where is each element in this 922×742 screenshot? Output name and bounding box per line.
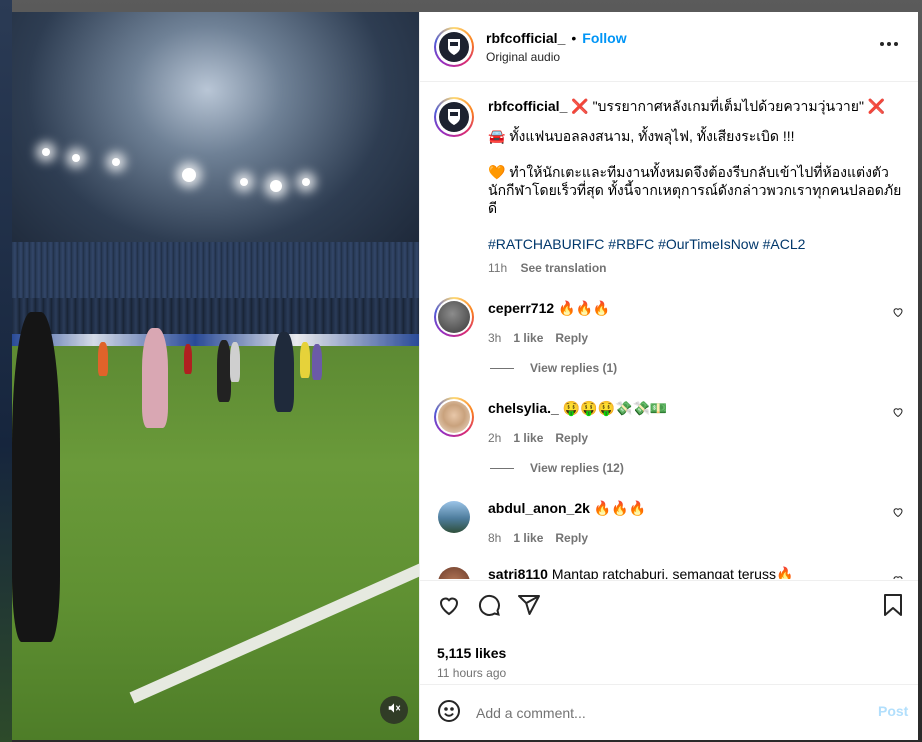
- comment-likes[interactable]: 1 like: [513, 431, 543, 445]
- emoji-icon: [437, 699, 461, 728]
- original-audio-link[interactable]: Original audio: [486, 50, 560, 64]
- stadium-sky: [12, 12, 419, 272]
- player-figure: [300, 342, 310, 378]
- floodlight: [270, 180, 282, 192]
- comment-button[interactable]: [476, 594, 502, 620]
- post-comment-button[interactable]: Post: [878, 703, 908, 719]
- caption-hashtags[interactable]: #RATCHABURIFC #RBFC #OurTimeIsNow #ACL2: [488, 235, 908, 253]
- player-figure: [312, 344, 322, 380]
- club-crest-icon: [439, 102, 469, 132]
- view-replies-label: View replies (12): [530, 461, 624, 475]
- page-backdrop-left: [0, 0, 12, 742]
- floodlight: [182, 168, 196, 182]
- post-modal: rbfcofficial_ • Follow Original audio rb…: [12, 12, 918, 740]
- comment-likes[interactable]: 1 like: [513, 331, 543, 345]
- comment-item: satri8110 Mantap ratchaburi, semangat te…: [434, 563, 904, 579]
- comment-item: abdul_anon_2k 🔥🔥🔥 8h 1 like Reply: [434, 497, 904, 557]
- more-options-icon[interactable]: [880, 42, 898, 46]
- see-translation-link[interactable]: See translation: [520, 261, 606, 275]
- comment-text: 🤑🤑🤑💸💸💵: [562, 400, 668, 416]
- view-replies-button[interactable]: View replies (1): [490, 361, 617, 375]
- caption-line-2: 🚘 ทั้งแฟนบอลลงสนาม, ทั้งพลุไฟ, ทั้งเสียง…: [488, 128, 795, 144]
- comment-item: ceperr712 🔥🔥🔥 3h 1 like Reply: [434, 297, 904, 357]
- reply-button[interactable]: Reply: [555, 531, 588, 545]
- view-replies-button[interactable]: View replies (12): [490, 461, 624, 475]
- like-comment-heart-icon[interactable]: [892, 405, 904, 423]
- replies-divider-line: [490, 467, 514, 469]
- comment-text: 🔥🔥🔥: [593, 500, 647, 516]
- like-comment-heart-icon[interactable]: [892, 573, 904, 579]
- post-details-panel: rbfcofficial_ • Follow Original audio rb…: [419, 12, 918, 740]
- commenter-avatar[interactable]: [434, 397, 474, 437]
- post-time: 11 hours ago: [437, 666, 507, 680]
- player-figure: [217, 340, 231, 402]
- player-figure: [184, 344, 192, 374]
- comment-time: 8h: [488, 531, 502, 545]
- floodlight: [72, 154, 80, 162]
- likes-count[interactable]: 5,115 likes: [437, 645, 506, 661]
- commenter-avatar[interactable]: [434, 297, 474, 337]
- floodlight: [302, 178, 310, 186]
- mute-icon: [387, 701, 401, 720]
- comment-time: 3h: [488, 331, 502, 345]
- football-pitch: [12, 346, 419, 740]
- player-figure: [230, 342, 240, 382]
- floodlight: [42, 148, 50, 156]
- comment-item: chelsylia._ 🤑🤑🤑💸💸💵 2h 1 like Reply: [434, 397, 904, 457]
- cross-mark-emoji: ❌: [571, 98, 589, 114]
- club-crest-icon: [439, 32, 469, 62]
- comment-text: 🔥🔥🔥: [558, 300, 611, 316]
- commenter-username[interactable]: satri8110: [488, 566, 548, 579]
- steward-figure: [12, 312, 60, 642]
- author-avatar[interactable]: [434, 27, 474, 67]
- comment-likes[interactable]: 1 like: [513, 531, 543, 545]
- advertising-boards: [12, 334, 419, 346]
- comment-icon: [477, 593, 501, 622]
- comment-input[interactable]: [476, 703, 856, 723]
- replies-divider-line: [490, 367, 514, 369]
- commenter-username[interactable]: abdul_anon_2k: [488, 500, 590, 516]
- player-figure: [274, 332, 294, 412]
- caption-line-3: 🧡 ทำให้นักเตะและทีมงานทั้งหมดจึงต้องรีบก…: [488, 164, 902, 216]
- commenter-avatar[interactable]: [434, 497, 474, 537]
- caption-headline: "บรรยากาศหลังเกมที่เต็มไปด้วยความวุ่นวาย…: [592, 98, 864, 114]
- follow-button[interactable]: Follow: [582, 30, 626, 46]
- caption-time: 11h: [488, 261, 508, 275]
- cross-mark-emoji: ❌: [867, 98, 886, 114]
- heart-icon: [437, 593, 461, 622]
- mute-button[interactable]: [380, 696, 408, 724]
- player-figure: [98, 342, 108, 376]
- player-figure: [142, 328, 168, 428]
- separator-dot: •: [571, 30, 577, 46]
- post-header: rbfcofficial_ • Follow Original audio: [420, 12, 918, 82]
- floodlight: [112, 158, 120, 166]
- caption-author-avatar[interactable]: [434, 97, 474, 137]
- floodlight: [240, 178, 248, 186]
- comment-time: 2h: [488, 431, 502, 445]
- commenter-username[interactable]: chelsylia._: [488, 400, 559, 416]
- like-comment-heart-icon[interactable]: [892, 505, 904, 523]
- emoji-button[interactable]: [436, 699, 462, 728]
- commenter-avatar[interactable]: [434, 563, 474, 579]
- add-comment-bar: Post: [420, 684, 918, 740]
- comment-text: Mantap ratchaburi, semangat teruss🔥: [551, 566, 794, 579]
- view-replies-label: View replies (1): [530, 361, 618, 375]
- commenter-username[interactable]: ceperr712: [488, 300, 554, 316]
- bookmark-icon: [882, 593, 904, 622]
- author-username[interactable]: rbfcofficial_: [486, 30, 565, 46]
- save-button[interactable]: [880, 593, 906, 622]
- share-icon: [517, 593, 541, 622]
- post-actions: 5,115 likes 11 hours ago: [420, 580, 918, 684]
- reply-button[interactable]: Reply: [555, 331, 588, 345]
- post-video[interactable]: [12, 12, 419, 740]
- reply-button[interactable]: Reply: [555, 431, 588, 445]
- caption-username[interactable]: rbfcofficial_: [488, 98, 567, 114]
- share-button[interactable]: [516, 594, 542, 620]
- like-comment-heart-icon[interactable]: [892, 305, 904, 323]
- like-button[interactable]: [436, 594, 462, 620]
- comments-scroll-area[interactable]: rbfcofficial_ ❌ "บรรยากาศหลังเกมที่เต็มไ…: [420, 83, 918, 579]
